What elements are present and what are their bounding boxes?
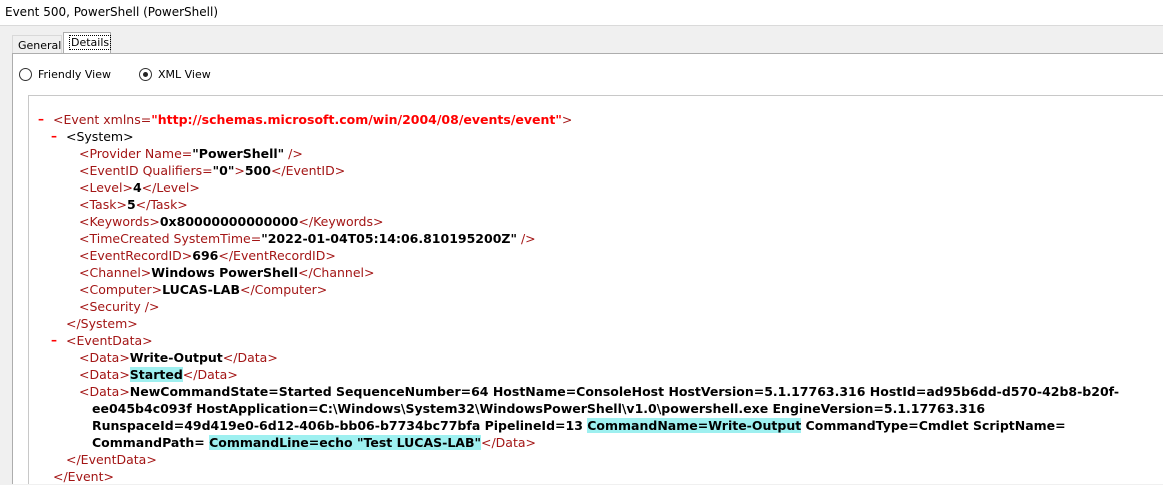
data-3-value-part-2: ee045b4c093f HostApplication=C:\Windows\… bbox=[92, 401, 986, 416]
channel-value: Windows PowerShell bbox=[151, 265, 299, 280]
level-value: 4 bbox=[132, 180, 142, 195]
data-tag: <Data> bbox=[79, 367, 130, 382]
tab-general[interactable]: General bbox=[12, 35, 62, 54]
provider-tag: <Provider Name= bbox=[79, 146, 193, 161]
xml-data-1: <Data>Write-Output</Data> bbox=[79, 349, 278, 366]
window-title: Event 500, PowerShell (PowerShell) bbox=[0, 0, 1163, 26]
eventid-gt: > bbox=[234, 163, 245, 178]
xml-viewer[interactable]: – <Event xmlns="http://schemas.microsoft… bbox=[28, 95, 1163, 484]
eventid-qualifiers: "0" bbox=[212, 163, 235, 178]
timecreated-end: /> bbox=[516, 231, 536, 246]
friendly-view-radio[interactable] bbox=[19, 67, 32, 81]
recordid-value: 696 bbox=[192, 248, 219, 263]
data-close: </Data> bbox=[481, 435, 537, 450]
xml-eventdata-close: </EventData> bbox=[66, 452, 157, 467]
data-3-value-part-3: RunspaceId=49d419e0-6d12-406b-bb06-b7734… bbox=[92, 418, 588, 433]
keywords-value: 0x80000000000000 bbox=[159, 214, 299, 229]
timecreated-tag: <TimeCreated SystemTime= bbox=[79, 231, 262, 246]
data-3-value-part-5: CommandPath= bbox=[92, 435, 210, 450]
data-1-value: Write-Output bbox=[129, 350, 223, 365]
recordid-close: </EventRecordID> bbox=[218, 248, 336, 263]
data-3-value-part-4: CommandType=Cmdlet ScriptName= bbox=[801, 418, 1066, 433]
recordid-tag: <EventRecordID> bbox=[79, 248, 193, 263]
xml-task: <Task>5</Task> bbox=[79, 196, 188, 213]
xml-channel: <Channel>Windows PowerShell</Channel> bbox=[79, 264, 375, 281]
xml-level: <Level>4</Level> bbox=[79, 179, 200, 196]
xml-provider: <Provider Name="PowerShell" /> bbox=[79, 145, 303, 162]
xml-computer: <Computer>LUCAS-LAB</Computer> bbox=[79, 281, 327, 298]
xml-data-3-line-4: CommandPath= CommandLine=echo "Test LUCA… bbox=[92, 434, 536, 451]
xml-view-radio[interactable] bbox=[139, 67, 152, 81]
keywords-tag: <Keywords> bbox=[79, 214, 160, 229]
xml-eventdata-open: <EventData> bbox=[66, 333, 153, 348]
channel-close: </Channel> bbox=[298, 265, 375, 280]
data-2-value: Started bbox=[129, 367, 183, 382]
xml-eventid: <EventID Qualifiers="0">500</EventID> bbox=[79, 162, 345, 179]
xml-recordid: <EventRecordID>696</EventRecordID> bbox=[79, 247, 336, 264]
xml-event-open: <Event xmlns="http://schemas.microsoft.c… bbox=[53, 111, 572, 128]
command-name-highlight: CommandName=Write-Output bbox=[587, 418, 802, 433]
level-close: </Level> bbox=[141, 180, 200, 195]
xml-system-open: <System> bbox=[66, 129, 134, 144]
eventid-close: </EventID> bbox=[270, 163, 346, 178]
computer-value: LUCAS-LAB bbox=[162, 282, 240, 297]
data-close: </Data> bbox=[182, 367, 238, 382]
task-close: </Task> bbox=[135, 197, 188, 212]
xml-keywords: <Keywords>0x80000000000000</Keywords> bbox=[79, 213, 383, 230]
xml-timecreated: <TimeCreated SystemTime="2022-01-04T05:1… bbox=[79, 230, 536, 247]
data-close: </Data> bbox=[222, 350, 278, 365]
xml-security: <Security /> bbox=[79, 299, 160, 314]
event-tag: <Event xmlns= bbox=[53, 112, 152, 127]
xml-data-3-line-2: ee045b4c093f HostApplication=C:\Windows\… bbox=[92, 400, 985, 417]
xml-data-3-line-3: RunspaceId=49d419e0-6d12-406b-bb06-b7734… bbox=[92, 417, 1066, 434]
data-tag: <Data> bbox=[79, 350, 130, 365]
event-tag-end: > bbox=[561, 112, 573, 127]
keywords-close: </Keywords> bbox=[298, 214, 384, 229]
friendly-view-label: Friendly View bbox=[38, 67, 111, 81]
task-tag: <Task> bbox=[79, 197, 127, 212]
eventid-tag: <EventID Qualifiers= bbox=[79, 163, 213, 178]
xml-view-option[interactable]: XML View bbox=[139, 66, 211, 82]
tab-details-label: Details bbox=[69, 35, 112, 50]
computer-close: </Computer> bbox=[239, 282, 328, 297]
channel-tag: <Channel> bbox=[79, 265, 152, 280]
xml-data-2: <Data>Started</Data> bbox=[79, 366, 238, 383]
eventid-value: 500 bbox=[244, 163, 271, 178]
provider-value: "PowerShell" bbox=[192, 146, 285, 161]
command-line-highlight: CommandLine=echo "Test LUCAS-LAB" bbox=[209, 435, 481, 450]
level-tag: <Level> bbox=[79, 180, 133, 195]
data-3-value-part-1: NewCommandState=Started SequenceNumber=6… bbox=[129, 384, 1120, 399]
timecreated-value: "2022-01-04T05:14:06.810195200Z" bbox=[261, 231, 517, 246]
provider-end: /> bbox=[284, 146, 303, 161]
data-tag: <Data> bbox=[79, 384, 130, 399]
xml-system-close: </System> bbox=[66, 316, 138, 331]
xmlns-value: "http://schemas.microsoft.com/win/2004/0… bbox=[151, 112, 562, 127]
tab-details[interactable]: Details bbox=[63, 32, 112, 54]
task-value: 5 bbox=[126, 197, 136, 212]
collapse-event-icon[interactable]: – bbox=[38, 112, 44, 126]
collapse-system-icon[interactable]: – bbox=[51, 129, 57, 143]
xml-event-close: </Event> bbox=[53, 469, 114, 484]
xml-view-label: XML View bbox=[158, 67, 211, 81]
friendly-view-option[interactable]: Friendly View bbox=[19, 66, 111, 82]
computer-tag: <Computer> bbox=[79, 282, 163, 297]
xml-data-3-line-1: <Data>NewCommandState=Started SequenceNu… bbox=[79, 383, 1119, 400]
collapse-eventdata-icon[interactable]: – bbox=[51, 333, 57, 347]
